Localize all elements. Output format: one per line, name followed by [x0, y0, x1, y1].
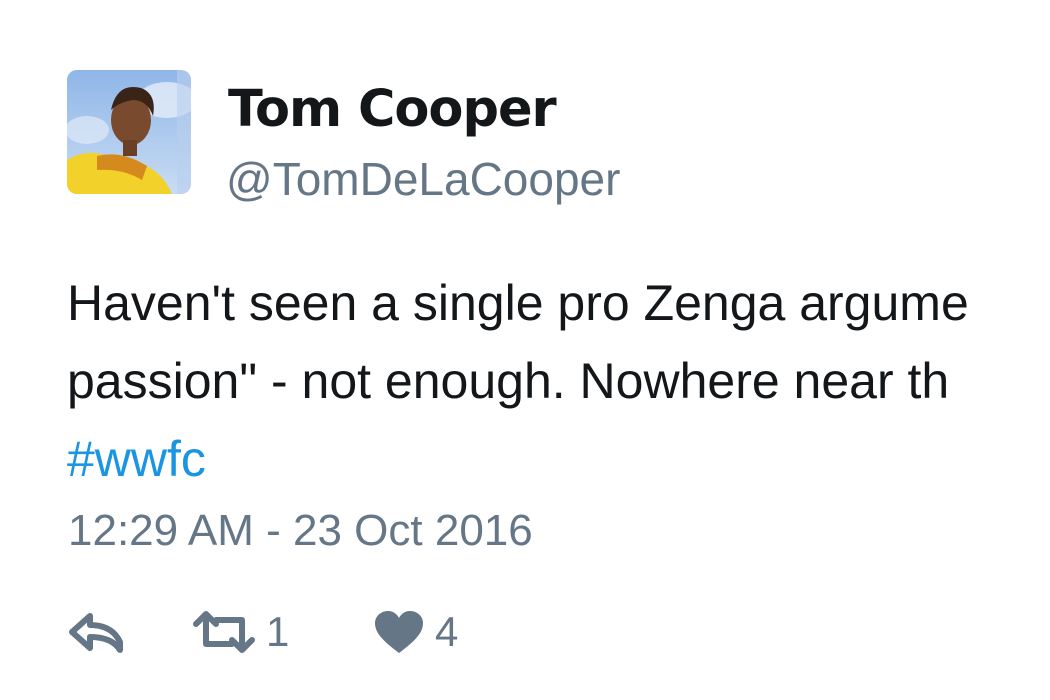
tweet-text-line: Haven't seen a single pro Zenga argume [67, 275, 969, 331]
reply-button[interactable] [68, 600, 126, 664]
like-button[interactable]: 4 [373, 600, 458, 664]
author-display-name[interactable]: Tom Cooper [228, 80, 557, 140]
author-handle[interactable]: @TomDeLaCooper [226, 152, 620, 206]
hashtag-link[interactable]: #wwfc [67, 431, 206, 487]
retweet-icon [193, 611, 255, 653]
tweet-timestamp[interactable]: 12:29 AM - 23 Oct 2016 [68, 505, 533, 557]
tweet-card: Tom Cooper @TomDeLaCooper Haven't seen a… [0, 0, 1050, 700]
tweet-text-line: passion" - not enough. Nowhere near th [67, 353, 950, 409]
tweet-text: Haven't seen a single pro Zenga argume p… [67, 264, 1050, 498]
retweet-button[interactable]: 1 [192, 600, 289, 664]
avatar-image [67, 70, 191, 194]
like-count: 4 [435, 608, 459, 655]
reply-icon [69, 613, 123, 653]
heart-icon [375, 611, 423, 653]
avatar[interactable] [67, 70, 191, 194]
retweet-count: 1 [266, 608, 290, 655]
